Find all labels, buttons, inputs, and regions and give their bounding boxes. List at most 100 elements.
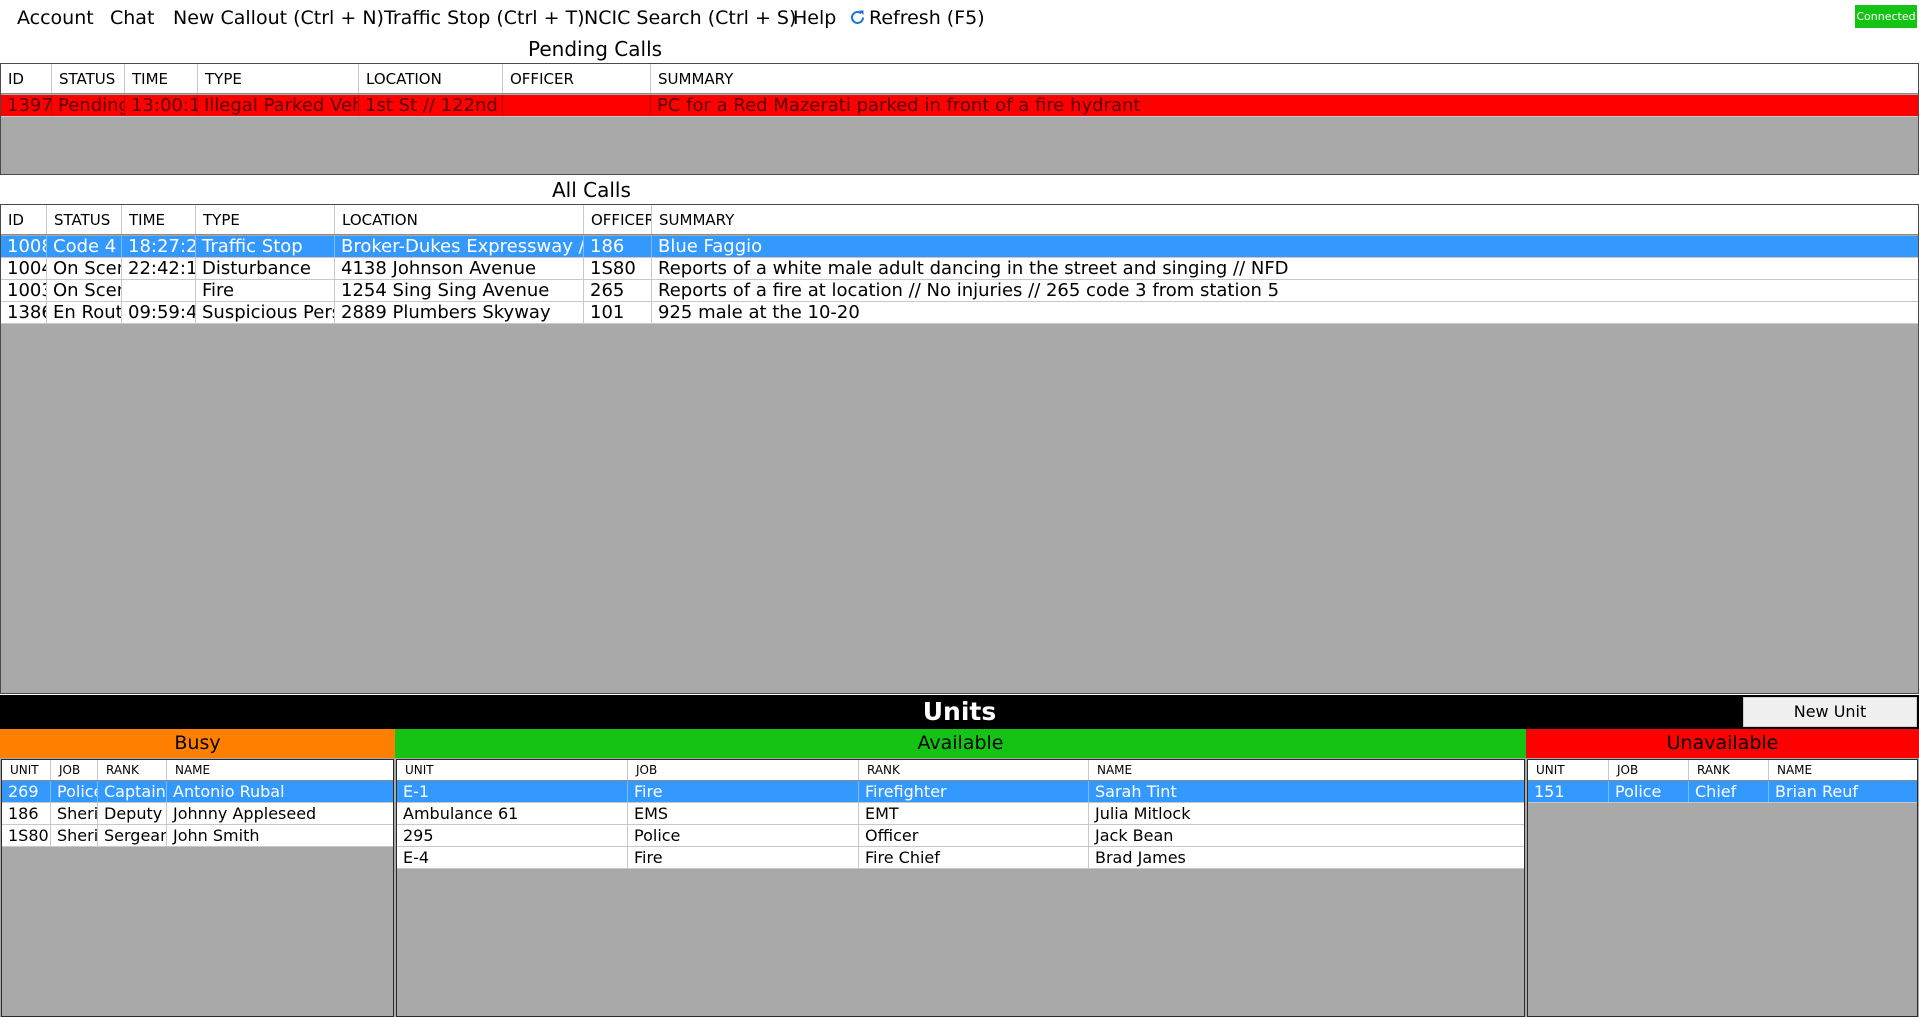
busy-unit-row-job: Police: [51, 781, 98, 802]
pending-col-id[interactable]: ID: [1, 64, 52, 93]
all-calls-col-status[interactable]: STATUS: [47, 205, 122, 234]
call-row-status: On Scene: [47, 280, 122, 301]
unavailable-col-name[interactable]: NAME: [1769, 760, 1917, 780]
call-row[interactable]: 1003On Scene Fire1254 Sing Sing Avenue265…: [1, 280, 1918, 302]
all-calls-col-time[interactable]: TIME: [122, 205, 196, 234]
available-unit-row-unit: E-1: [397, 781, 628, 802]
unavailable-col-rank[interactable]: RANK: [1689, 760, 1769, 780]
units-title: Units: [922, 697, 997, 726]
menu-bar: Account Chat New Callout (Ctrl + N) Traf…: [0, 0, 1919, 36]
available-unit-row[interactable]: Ambulance 61 EMS EMT Julia Mitlock: [397, 803, 1524, 825]
menu-account[interactable]: Account: [17, 5, 94, 31]
pending-col-status[interactable]: STATUS: [52, 64, 125, 93]
unavailable-col-unit[interactable]: UNIT: [1528, 760, 1609, 780]
all-calls-col-location[interactable]: LOCATION: [335, 205, 584, 234]
call-row-summary: Reports of a white male adult dancing in…: [652, 258, 1918, 279]
menu-help[interactable]: Help: [793, 5, 836, 31]
available-units-panel: Available UNIT JOB RANK NAME E-1 Fire Firefig…: [395, 729, 1526, 1017]
busy-unit-row-rank: Sergeant: [98, 825, 167, 846]
busy-unit-row[interactable]: 1S80SheriffSergeantJohn Smith: [2, 825, 393, 847]
unavailable-unit-row-rank: Chief: [1689, 781, 1769, 802]
busy-unit-row-name: Antonio Rubal: [167, 781, 393, 802]
menu-chat[interactable]: Chat: [110, 5, 154, 31]
available-unit-row-name: Julia Mitlock: [1089, 803, 1524, 824]
busy-col-rank[interactable]: RANK: [98, 760, 167, 780]
pending-call-row[interactable]: 1397Pending13:00:17Illegal Parked Vehicl…: [1, 95, 1918, 117]
call-row-summary: Reports of a fire at location // No inju…: [652, 280, 1918, 301]
menu-ncic-search[interactable]: NCIC Search (Ctrl + S): [584, 5, 796, 31]
available-unit-row-unit: E-4: [397, 847, 628, 868]
unavailable-unit-row-unit: 151: [1528, 781, 1609, 802]
available-unit-row[interactable]: 295 Police Officer Jack Bean: [397, 825, 1524, 847]
pending-col-time[interactable]: TIME: [125, 64, 198, 93]
unavailable-unit-row-name: Brian Reuf: [1769, 781, 1917, 802]
call-row-type: Traffic Stop: [196, 236, 335, 257]
available-col-unit[interactable]: UNIT: [397, 760, 628, 780]
all-calls-col-type[interactable]: TYPE: [196, 205, 335, 234]
available-unit-row-unit: 295: [397, 825, 628, 846]
menu-traffic-stop[interactable]: Traffic Stop (Ctrl + T): [384, 5, 585, 31]
busy-col-job[interactable]: JOB: [51, 760, 98, 780]
call-row-location: 2889 Plumbers Skyway: [335, 302, 584, 323]
call-row-time: 18:27:27: [122, 236, 196, 257]
available-units-columns: UNIT JOB RANK NAME: [397, 760, 1524, 781]
busy-col-name[interactable]: NAME: [167, 760, 393, 780]
call-row-time: 22:42:12: [122, 258, 196, 279]
pending-calls-table: ID STATUS TIME TYPE LOCATION OFFICER SUMMARY 1…: [0, 63, 1919, 175]
available-unit-row[interactable]: E-4 Fire Fire Chief Brad James: [397, 847, 1524, 869]
call-row-location: 1254 Sing Sing Avenue: [335, 280, 584, 301]
available-unit-row[interactable]: E-1 Fire Firefighter Sarah Tint: [397, 781, 1524, 803]
available-unit-row-name: Sarah Tint: [1089, 781, 1524, 802]
busy-units-columns: UNIT JOB RANK NAME: [2, 760, 393, 781]
available-col-job[interactable]: JOB: [628, 760, 859, 780]
pending-call-row-id: 1397: [1, 95, 52, 116]
available-unit-row-rank: Fire Chief: [859, 847, 1089, 868]
call-row-id: 1003: [1, 280, 47, 301]
busy-unit-row-rank: Deputy: [98, 803, 167, 824]
busy-unit-row[interactable]: 269PoliceCaptainAntonio Rubal: [2, 781, 393, 803]
unavailable-units-panel: Unavailable UNIT JOB RANK NAME 151 Police Chi…: [1526, 729, 1919, 1017]
new-unit-button[interactable]: New Unit: [1743, 697, 1917, 727]
call-row[interactable]: 1004On Scene22:42:12Disturbance4138 John…: [1, 258, 1918, 280]
pending-col-location[interactable]: LOCATION: [359, 64, 503, 93]
available-unit-row-unit: Ambulance 61: [397, 803, 628, 824]
busy-unit-row-job: Sheriff: [51, 803, 98, 824]
available-unit-row-job: Police: [628, 825, 859, 846]
all-calls-col-summary[interactable]: SUMMARY: [652, 205, 1918, 234]
busy-unit-row[interactable]: 186SheriffDeputyJohnny Appleseed: [2, 803, 393, 825]
call-row-location: Broker-Dukes Expressway // Tudor: [335, 236, 584, 257]
available-col-name[interactable]: NAME: [1089, 760, 1524, 780]
pending-col-officer[interactable]: OFFICER: [503, 64, 651, 93]
call-row-officer: 101: [584, 302, 652, 323]
unavailable-col-job[interactable]: JOB: [1609, 760, 1689, 780]
pending-col-type[interactable]: TYPE: [198, 64, 359, 93]
call-row[interactable]: 1008Code 418:27:27Traffic StopBroker-Duk…: [1, 236, 1918, 258]
pending-col-summary[interactable]: SUMMARY: [651, 64, 1918, 93]
available-unit-row-rank: Firefighter: [859, 781, 1089, 802]
busy-unit-row-name: John Smith: [167, 825, 393, 846]
all-calls-col-officer[interactable]: OFFICER: [584, 205, 652, 234]
call-row[interactable]: 1386En Route09:59:40Suspicious Person288…: [1, 302, 1918, 324]
all-calls-table: ID STATUS TIME TYPE LOCATION OFFICER SUMMARY 1…: [0, 204, 1919, 694]
unavailable-units-table: UNIT JOB RANK NAME 151 Police Chief Brian Reuf: [1527, 759, 1918, 1017]
busy-unit-row-unit: 1S80: [2, 825, 51, 846]
call-row-status: On Scene: [47, 258, 122, 279]
menu-refresh[interactable]: Refresh (F5): [849, 5, 985, 31]
available-unit-row-job: Fire: [628, 847, 859, 868]
all-calls-col-id[interactable]: ID: [1, 205, 47, 234]
pending-call-row-summary: PC for a Red Mazerati parked in front of…: [651, 95, 1918, 116]
busy-unit-row-rank: Captain: [98, 781, 167, 802]
menu-new-callout[interactable]: New Callout (Ctrl + N): [173, 5, 384, 31]
unavailable-unit-row[interactable]: 151 Police Chief Brian Reuf: [1528, 781, 1917, 803]
call-row-location: 4138 Johnson Avenue: [335, 258, 584, 279]
pending-call-row-officer: [503, 95, 651, 116]
pending-calls-title: Pending Calls: [528, 37, 663, 61]
unavailable-unit-row-job: Police: [1609, 781, 1689, 802]
available-units-table: UNIT JOB RANK NAME E-1 Fire Firefighter Sarah …: [396, 759, 1525, 1017]
busy-unit-row-unit: 186: [2, 803, 51, 824]
available-col-rank[interactable]: RANK: [859, 760, 1089, 780]
call-row-id: 1008: [1, 236, 47, 257]
busy-col-unit[interactable]: UNIT: [2, 760, 51, 780]
busy-header: Busy: [0, 729, 395, 758]
busy-unit-row-job: Sheriff: [51, 825, 98, 846]
